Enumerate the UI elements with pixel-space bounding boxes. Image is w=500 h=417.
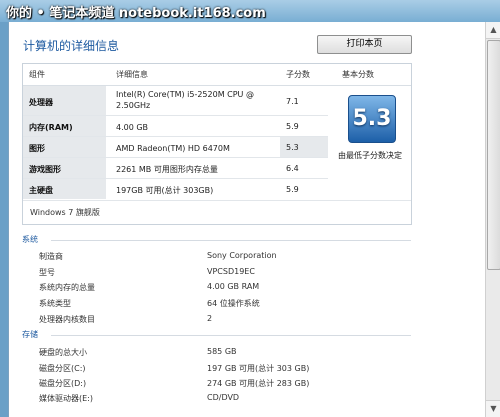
subscore-value: 5.9 xyxy=(286,122,299,131)
base-score-badge: 5.3 xyxy=(348,95,396,143)
base-score-panel: 5.3 由最低子分数决定 xyxy=(328,86,411,198)
column-header-detail: 详细信息 xyxy=(116,70,148,79)
table-row: 内存(RAM) 4.00 GB 5.9 xyxy=(23,116,328,136)
storage-value: CD/DVD xyxy=(207,393,240,402)
scroll-up-arrow-icon[interactable]: ▲ xyxy=(486,22,500,39)
detail-text: 4.00 GB xyxy=(116,123,149,132)
table-header: 组件 详细信息 子分数 基本分数 xyxy=(23,64,411,86)
vertical-scrollbar[interactable]: ▲ ▼ xyxy=(485,22,500,417)
component-label: 主硬盘 xyxy=(29,186,53,195)
detail-text: AMD Radeon(TM) HD 6470M xyxy=(116,144,230,153)
watermark-text: 你的 • 笔记本频道 notebook.it168.com xyxy=(6,6,266,21)
page-title: 计算机的详细信息 xyxy=(23,39,120,53)
storage-label: 磁盘分区(D:) xyxy=(39,379,87,388)
column-header-component: 组件 xyxy=(29,70,45,79)
system-label: 型号 xyxy=(39,268,55,277)
column-header-subscore: 子分数 xyxy=(286,70,310,79)
component-label: 内存(RAM) xyxy=(29,123,73,132)
storage-value: 585 GB xyxy=(207,347,237,356)
section-heading-storage: 存储 xyxy=(22,330,38,339)
print-button[interactable]: 打印本页 xyxy=(317,35,412,54)
table-row: 主硬盘 197GB 可用(总计 303GB) 5.9 xyxy=(23,179,328,199)
detail-text: Intel(R) Core(TM) i5-2520M CPU @ xyxy=(116,90,254,99)
storage-label: 媒体驱动器(E:) xyxy=(39,394,93,403)
system-value: 4.00 GB RAM xyxy=(207,282,260,291)
system-label: 制造商 xyxy=(39,252,63,261)
system-value: 2 xyxy=(207,314,213,323)
content-window: 计算机的详细信息 打印本页 组件 详细信息 子分数 基本分数 处理器 Intel… xyxy=(8,22,486,417)
scroll-thumb[interactable] xyxy=(487,40,500,270)
storage-value: 197 GB 可用(总计 303 GB) xyxy=(207,364,310,373)
system-label: 处理器内核数目 xyxy=(39,315,95,324)
detail-text: 197GB 可用(总计 303GB) xyxy=(116,186,214,195)
base-score-note: 由最低子分数决定 xyxy=(338,151,402,160)
subscore-value: 7.1 xyxy=(286,97,299,106)
system-label: 系统内存的总量 xyxy=(39,283,95,292)
system-value: VPCSD19EC xyxy=(207,267,255,276)
subscore-value: 6.4 xyxy=(286,164,299,173)
title-bar: 你的 • 笔记本频道 notebook.it168.com xyxy=(0,0,500,22)
column-header-basescore: 基本分数 xyxy=(342,70,374,79)
subscore-value: 5.9 xyxy=(286,185,299,194)
table-row: 游戏图形 2261 MB 可用图形内存总量 6.4 xyxy=(23,158,328,178)
section-divider xyxy=(51,335,411,336)
detail-text: 2.50GHz xyxy=(116,101,151,110)
system-label: 系统类型 xyxy=(39,299,71,308)
component-label: 处理器 xyxy=(29,98,53,107)
scroll-down-arrow-icon[interactable]: ▼ xyxy=(486,400,500,417)
storage-value: 274 GB 可用(总计 283 GB) xyxy=(207,379,310,388)
section-divider xyxy=(51,240,411,241)
table-row: 处理器 Intel(R) Core(TM) i5-2520M CPU @ 2.5… xyxy=(23,86,328,115)
section-heading-system: 系统 xyxy=(22,235,38,244)
table-row: 图形 AMD Radeon(TM) HD 6470M 5.3 xyxy=(23,137,328,157)
component-label: 游戏图形 xyxy=(29,165,61,174)
storage-label: 硬盘的总大小 xyxy=(39,348,87,357)
system-value: Sony Corporation xyxy=(207,251,277,260)
windows-edition: Windows 7 旗舰版 xyxy=(30,208,100,217)
system-value: 64 位操作系统 xyxy=(207,299,260,308)
component-label: 图形 xyxy=(29,144,45,153)
performance-table: 组件 详细信息 子分数 基本分数 处理器 Intel(R) Core(TM) i… xyxy=(22,63,412,225)
subscore-value: 5.3 xyxy=(286,143,299,152)
storage-label: 磁盘分区(C:) xyxy=(39,364,86,373)
detail-text: 2261 MB 可用图形内存总量 xyxy=(116,165,218,174)
